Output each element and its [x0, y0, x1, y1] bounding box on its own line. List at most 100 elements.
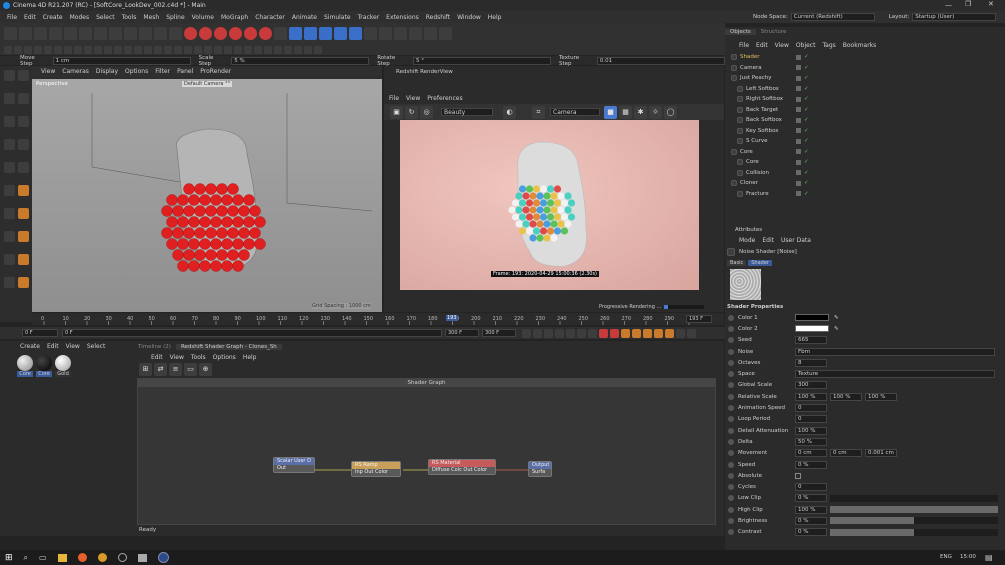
tool-28-icon[interactable] [274, 45, 282, 54]
redo-icon[interactable] [19, 27, 32, 40]
tool-23-icon[interactable] [224, 45, 232, 54]
menu-select[interactable]: Select [96, 14, 115, 21]
tool-27-icon[interactable] [264, 45, 272, 54]
tool-2-icon[interactable] [14, 45, 22, 54]
record-key-icon[interactable] [599, 328, 608, 338]
autokey-icon[interactable] [229, 27, 242, 40]
texture-step-field[interactable]: 0.01 [596, 56, 726, 65]
visibility-toggle[interactable] [796, 65, 801, 71]
visibility-toggle[interactable] [796, 128, 801, 134]
layout-dropdown[interactable]: Startup (User) [912, 13, 997, 21]
attributes-menu-edit[interactable]: Edit [762, 237, 774, 244]
enabled-check-icon[interactable]: ✓ [804, 180, 809, 186]
tool-3-icon[interactable] [24, 45, 32, 54]
animate-dot-icon[interactable] [728, 416, 734, 423]
settings-icon[interactable]: ✱ [634, 105, 647, 119]
task-view-icon[interactable]: ▭ [39, 553, 47, 562]
x-axis-icon[interactable] [109, 27, 122, 40]
key-pos-icon[interactable] [632, 328, 641, 338]
lock-icon[interactable]: ■ [604, 105, 617, 119]
tool-29-icon[interactable] [284, 45, 292, 54]
next-key-icon[interactable] [577, 328, 586, 338]
property-field[interactable]: 0 [795, 483, 827, 492]
axis-mode-icon[interactable] [4, 185, 15, 196]
tool-31-icon[interactable] [304, 45, 312, 54]
visibility-toggle[interactable] [796, 96, 801, 102]
play-button[interactable] [555, 328, 564, 338]
timeline[interactable]: 0 10 20 30 40 50 60 70 80 90 100 110 120 130 140 150 160… [32, 313, 724, 325]
aov-dropdown[interactable]: Beauty [441, 108, 493, 116]
property-field[interactable]: 665 [795, 336, 827, 345]
menu-mesh[interactable]: Mesh [143, 14, 159, 21]
go-end-icon[interactable] [588, 328, 597, 338]
workplane-icon[interactable] [4, 254, 15, 265]
visibility-toggle[interactable] [796, 149, 801, 155]
animate-dot-icon[interactable] [728, 405, 734, 412]
enabled-check-icon[interactable]: ✓ [804, 96, 809, 102]
attr-tab-shader[interactable]: Shader [748, 259, 772, 266]
objects-menu-edit[interactable]: Edit [756, 42, 768, 49]
tool-7-icon[interactable] [64, 45, 72, 54]
shader-menu-tools[interactable]: Tools [191, 354, 206, 361]
shader-tab-1[interactable]: Timeline (2) [133, 344, 176, 350]
cinema4d-taskbar-icon[interactable] [157, 552, 169, 563]
viewport-menu-options[interactable]: Options [125, 68, 148, 75]
visibility-toggle[interactable] [796, 75, 801, 81]
visibility-toggle[interactable] [796, 54, 801, 60]
visibility-toggle[interactable] [796, 86, 801, 92]
rs-icon-3[interactable] [439, 27, 452, 40]
property-field-extra[interactable]: 0 cm [830, 449, 862, 458]
object-row[interactable]: Just Peachy ✓ [725, 73, 1005, 84]
visibility-toggle[interactable] [796, 107, 801, 113]
rs-mat-icon[interactable] [18, 208, 29, 219]
cube-icon[interactable] [289, 27, 302, 40]
menu-simulate[interactable]: Simulate [324, 14, 351, 21]
menu-extensions[interactable]: Extensions [386, 14, 419, 21]
circle-icon[interactable]: ◯ [664, 105, 677, 119]
scale-icon[interactable] [64, 27, 77, 40]
menu-character[interactable]: Character [255, 14, 285, 21]
z-axis-icon[interactable] [139, 27, 152, 40]
key-scale-icon[interactable] [654, 328, 663, 338]
property-field-extra[interactable]: 0.001 cm [865, 449, 897, 458]
object-row[interactable]: Key Softbox ✓ [725, 126, 1005, 137]
objects-menu-object[interactable]: Object [796, 42, 816, 49]
app-icon-2[interactable] [97, 553, 107, 562]
objects-tab-structure[interactable]: Structure [756, 29, 792, 35]
property-field[interactable]: 0 [795, 404, 827, 413]
object-row[interactable]: Camera ✓ [725, 63, 1005, 74]
property-field[interactable]: 0 [795, 415, 827, 424]
shader-graph-canvas[interactable]: Shader Graph Scalar User D Out RS Ramp Inp … [137, 378, 716, 525]
select-icon[interactable] [18, 162, 29, 173]
key-rot-icon[interactable] [643, 328, 652, 338]
property-slider[interactable] [830, 506, 998, 514]
material-menu-edit[interactable]: Edit [47, 343, 59, 350]
tool-32-icon[interactable] [314, 45, 322, 54]
property-field[interactable]: 50 % [795, 437, 827, 446]
tool-13-icon[interactable] [124, 45, 132, 54]
menu-mograph[interactable]: MoGraph [221, 14, 248, 21]
visibility-toggle[interactable] [796, 159, 801, 165]
timeline-menu-icon[interactable] [687, 328, 696, 338]
property-field[interactable]: 8 [795, 358, 827, 367]
enabled-check-icon[interactable]: ✓ [804, 86, 809, 92]
viewport-menu-prorender[interactable]: ProRender [200, 68, 231, 75]
move-step-field[interactable]: 1 cm [52, 56, 191, 65]
object-row[interactable]: Core ✓ [725, 147, 1005, 158]
snapshot-icon[interactable]: ◎ [420, 105, 433, 119]
property-field-extra[interactable]: 100 % [830, 392, 862, 401]
render-active-icon[interactable] [184, 27, 197, 40]
refresh-icon[interactable]: ↻ [405, 105, 418, 119]
property-field[interactable]: 0 % [795, 494, 827, 503]
rotate-step-field[interactable]: 5 ° [413, 56, 551, 65]
property-field[interactable]: 0 cm [795, 449, 827, 458]
enabled-check-icon[interactable]: ✓ [804, 107, 809, 113]
recent-tool-icon[interactable] [94, 27, 107, 40]
deformer-icon[interactable] [349, 27, 362, 40]
explorer-icon[interactable] [57, 553, 67, 562]
tool-11-icon[interactable] [104, 45, 112, 54]
checkbox[interactable] [795, 472, 801, 479]
tool-26-icon[interactable] [254, 45, 262, 54]
enabled-check-icon[interactable]: ✓ [804, 159, 809, 165]
rs-env-icon[interactable] [18, 277, 29, 288]
